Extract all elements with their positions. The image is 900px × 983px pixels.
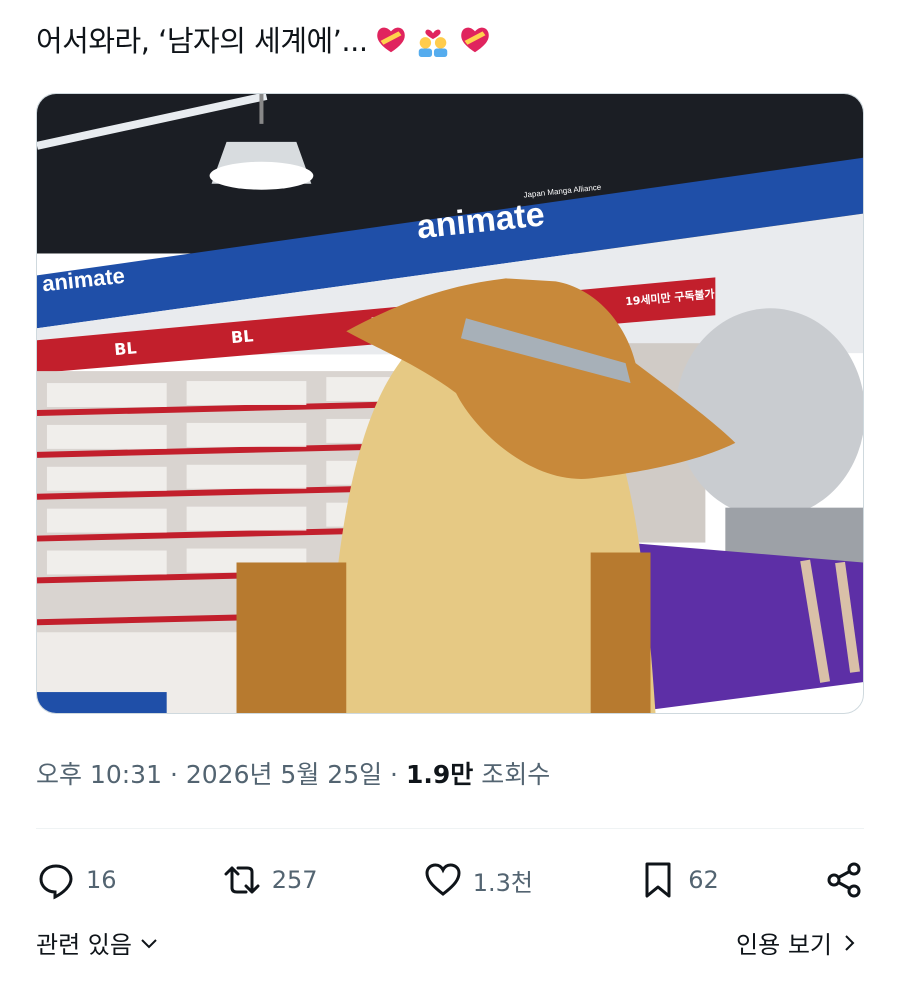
share-button[interactable] (824, 860, 864, 900)
tweet-body: 어서와라, ‘남자의 세계에’... (36, 24, 368, 58)
retweet-button[interactable]: 257 (222, 860, 318, 900)
bookmark-icon (645, 862, 671, 898)
shelf-label-bl-1: BL (114, 338, 138, 359)
reply-button[interactable]: 16 (36, 860, 117, 900)
quote-view-label: 인용 보기 (736, 931, 832, 959)
chevron-right-icon (845, 934, 855, 951)
chevron-down-icon (141, 938, 157, 948)
meta-separator: · (169, 760, 178, 789)
retweet-count: 257 (271, 866, 318, 894)
tweet-text: 어서와라, ‘남자의 세계에’... (36, 18, 494, 60)
heart-with-ribbon-icon (372, 20, 410, 58)
photo-illustration: animate animate Japan Manga Alliance BL … (37, 94, 863, 713)
related-dropdown[interactable]: 관련 있음 (36, 925, 160, 960)
couple-with-heart-icon (414, 20, 452, 58)
action-bar: 16 257 1.3천 62 (36, 852, 864, 908)
divider (36, 828, 864, 829)
tweet-date[interactable]: 2026년 5월 25일 (186, 760, 382, 789)
retweet-icon (224, 866, 260, 894)
like-count: 1.3천 (472, 868, 534, 897)
meta-separator: · (390, 760, 398, 789)
related-label: 관련 있음 (36, 931, 132, 959)
reply-count: 16 (86, 866, 117, 894)
share-icon (827, 862, 861, 898)
like-button[interactable]: 1.3천 (423, 860, 533, 900)
quote-view-link[interactable]: 인용 보기 (736, 925, 860, 960)
tweet-meta: 오후 10:31 · 2026년 5월 25일 · 1.9만 조회수 (36, 755, 550, 791)
heart-icon (425, 863, 461, 896)
heart-with-ribbon-icon (456, 20, 494, 58)
views-label: 조회수 (481, 760, 551, 789)
bookmark-button[interactable]: 62 (638, 860, 719, 900)
tweet-time[interactable]: 오후 10:31 (36, 760, 162, 789)
views-count: 1.9만 (405, 760, 474, 789)
reply-icon (39, 864, 73, 900)
shelf-label-bl-2: BL (230, 326, 254, 347)
bookmark-count: 62 (688, 866, 719, 894)
tweet-photo[interactable]: animate animate Japan Manga Alliance BL … (36, 93, 864, 714)
